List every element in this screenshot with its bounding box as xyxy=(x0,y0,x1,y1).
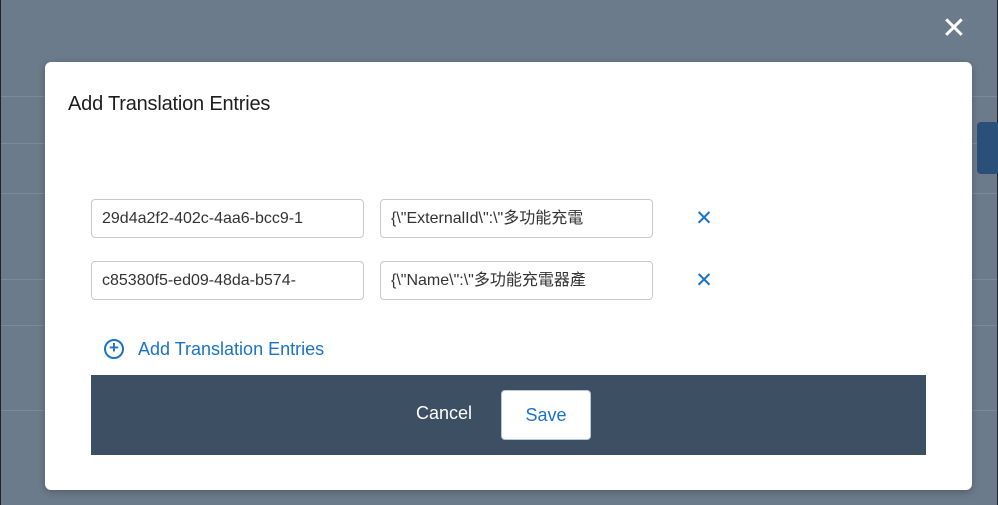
entry-value-input[interactable]: {\"ExternalId\":\"多功能充電 xyxy=(380,199,653,238)
dialog-title: Add Translation Entries xyxy=(68,93,271,115)
entry-key-input[interactable]: c85380f5-ed09-48da-b574- xyxy=(91,261,364,300)
remove-entry-icon[interactable]: ✕ xyxy=(692,207,716,231)
cancel-button[interactable]: Cancel xyxy=(416,403,472,424)
close-icon[interactable]: ✕ xyxy=(939,14,969,44)
plus-circle-icon: + xyxy=(104,339,124,359)
translation-entry-row: c85380f5-ed09-48da-b574- {\"Name\":\"多功能… xyxy=(91,261,731,300)
screen: ✕ Add Translation Entries 29d4a2f2-402c-… xyxy=(0,0,998,505)
dialog-footer: Cancel Save xyxy=(91,375,926,455)
entry-value-input[interactable]: {\"Name\":\"多功能充電器產 xyxy=(380,261,653,300)
remove-entry-icon[interactable]: ✕ xyxy=(692,269,716,293)
background-button xyxy=(977,122,998,174)
save-button[interactable]: Save xyxy=(501,390,591,440)
add-translation-dialog: Add Translation Entries 29d4a2f2-402c-4a… xyxy=(45,62,972,490)
translation-entry-row: 29d4a2f2-402c-4aa6-bcc9-1 {\"ExternalId\… xyxy=(91,199,731,238)
add-link-label: Add Translation Entries xyxy=(138,338,325,359)
entry-key-input[interactable]: 29d4a2f2-402c-4aa6-bcc9-1 xyxy=(91,199,364,238)
add-translation-entries-link[interactable]: + Add Translation Entries xyxy=(104,337,324,361)
